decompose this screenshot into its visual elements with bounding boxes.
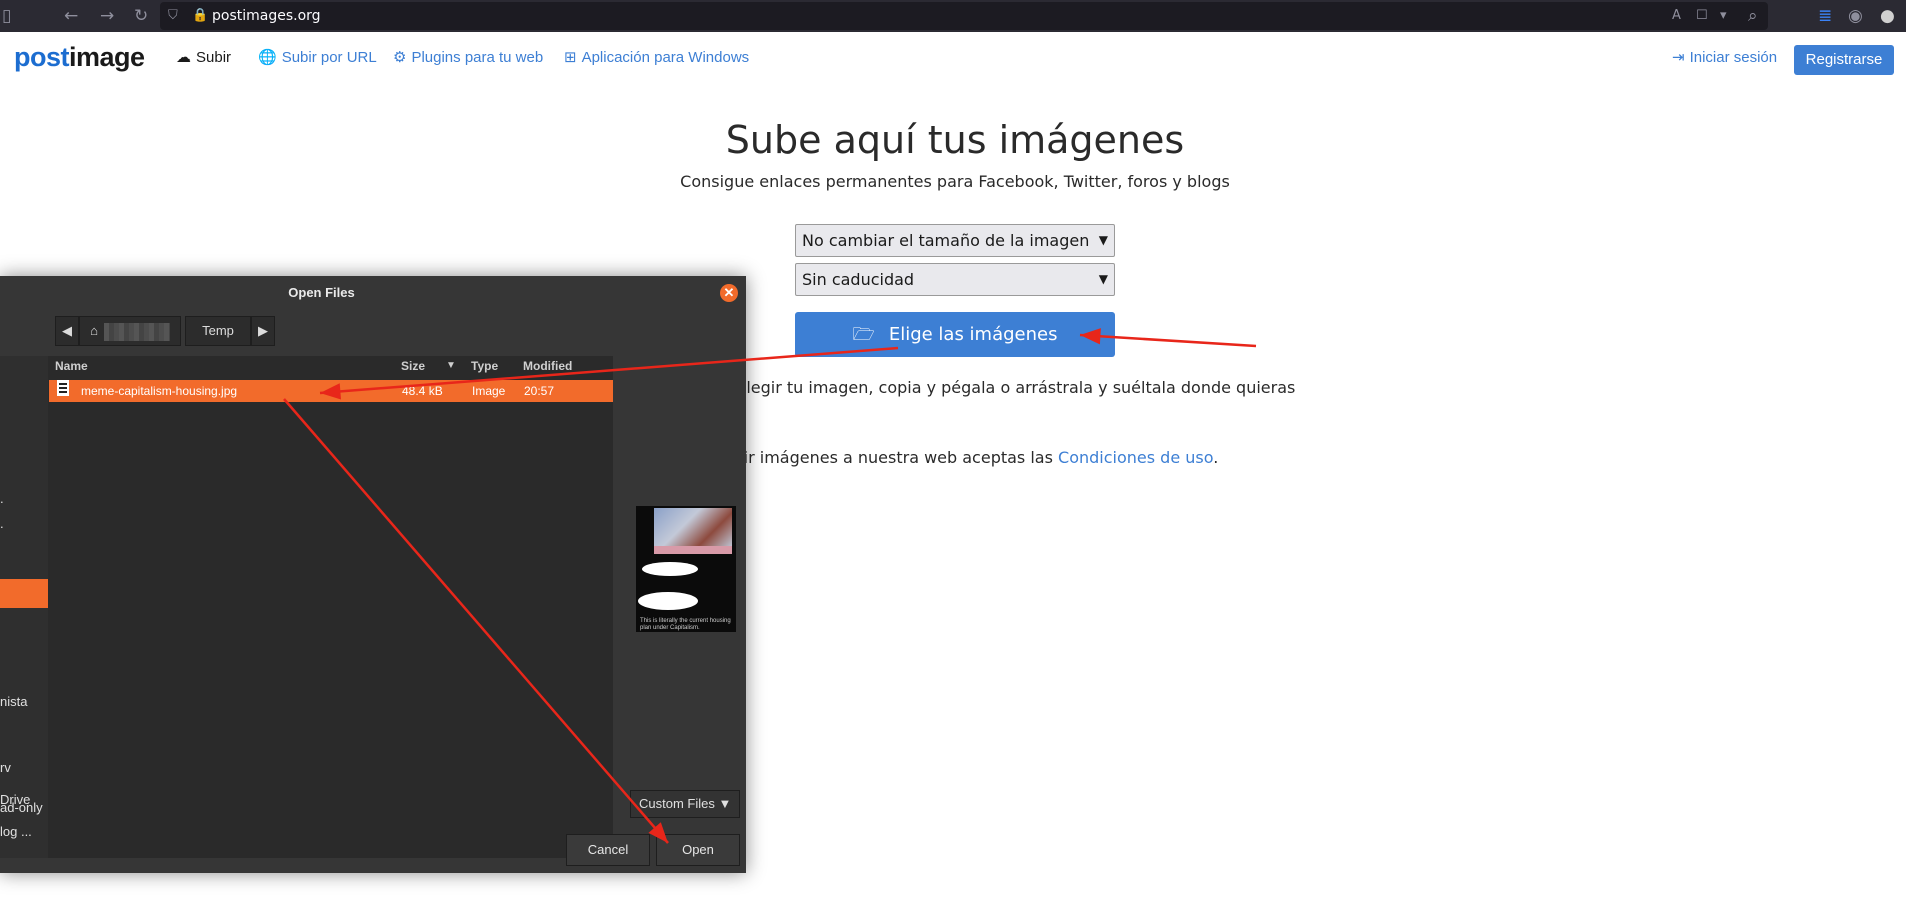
forward-icon[interactable]: → xyxy=(100,0,114,32)
close-icon[interactable]: ✕ xyxy=(720,284,738,302)
image-file-icon xyxy=(57,380,69,396)
translate-icon[interactable]: A xyxy=(1672,2,1681,30)
chevron-down-icon: ▼ xyxy=(1098,233,1108,247)
terms-suffix: . xyxy=(1213,448,1219,467)
nav-upload-url-label: Subir por URL xyxy=(281,49,377,66)
choose-images-button[interactable]: 🗁 Elige las imágenes xyxy=(795,312,1115,357)
open-button[interactable]: Open xyxy=(656,834,740,866)
reload-icon[interactable]: ↻ xyxy=(134,0,148,32)
nav-plugins-label: Plugins para tu web xyxy=(411,49,544,66)
puzzle-icon: ⚙ xyxy=(393,48,407,66)
page-subtitle: Consigue enlaces permanentes para Facebo… xyxy=(680,172,1230,191)
upload-hint: ra elegir tu imagen, copia y pégala o ar… xyxy=(715,378,1296,397)
preview-redaction xyxy=(638,592,698,610)
sort-desc-icon[interactable]: ▼ xyxy=(446,356,456,376)
url-bar[interactable]: ⛉ 🔒 postimages.org A ☐ ▾ xyxy=(160,2,1768,30)
folder-open-icon: 🗁 xyxy=(852,324,875,345)
home-icon: ⌂ xyxy=(90,323,98,338)
sidebar-item-1[interactable]: nista xyxy=(0,694,27,709)
sidebar-dot: . xyxy=(0,491,4,506)
file-filter-value: Custom Files xyxy=(639,796,715,811)
nav-upload[interactable]: ☁ Subir xyxy=(176,48,231,66)
preview-caption: This is literally the current housing pl… xyxy=(640,618,731,631)
nav-plugins[interactable]: ⚙ Plugins para tu web xyxy=(393,48,543,66)
preview-banner xyxy=(654,546,732,554)
nav-upload-label: Subir xyxy=(196,49,232,66)
shield-icon[interactable]: ⛉ xyxy=(168,2,178,30)
file-row[interactable]: meme-capitalism-housing.jpg 48.4 kB Imag… xyxy=(49,380,613,402)
url-text[interactable]: postimages.org xyxy=(212,2,321,30)
open-files-dialog: Open Files ✕ ◀ ⌂ Temp ▶ . . nista rv Dri… xyxy=(0,276,746,873)
choose-images-label: Elige las imágenes xyxy=(888,324,1058,345)
col-size[interactable]: Size xyxy=(401,356,425,376)
search-icon[interactable]: ⌕ xyxy=(1748,0,1758,32)
terms-prefix: subir imágenes a nuestra web aceptas las xyxy=(715,448,1059,467)
browser-toolbar: ▯ ← → ↻ ⛉ 🔒 postimages.org A ☐ ▾ ⌕ ≣ ◉ ● xyxy=(0,0,1906,32)
back-icon[interactable]: ← xyxy=(64,0,78,32)
chevron-down-icon: ▼ xyxy=(718,796,732,811)
nav-windows-app[interactable]: ⊞ Aplicación para Windows xyxy=(564,48,749,66)
preview-redaction xyxy=(642,562,698,576)
nav-windows-app-label: Aplicación para Windows xyxy=(581,49,750,66)
sidebar-item-2[interactable]: rv xyxy=(0,760,11,775)
register-button[interactable]: Registrarse xyxy=(1794,45,1894,75)
page-title: Sube aquí tus imágenes xyxy=(725,118,1185,162)
col-type[interactable]: Type xyxy=(471,356,498,376)
extension-icon[interactable]: ◉ xyxy=(1848,0,1863,32)
cancel-button[interactable]: Cancel xyxy=(566,834,650,866)
cloud-upload-icon: ☁ xyxy=(176,48,191,66)
bookmark-icon[interactable]: ☐ xyxy=(1696,2,1708,30)
path-back-button[interactable]: ◀ xyxy=(55,316,79,346)
login-label: Iniciar sesión xyxy=(1689,49,1778,66)
file-size: 48.4 kB xyxy=(402,384,443,398)
chevron-down-icon: ▼ xyxy=(1098,272,1108,286)
sidebar-item-4[interactable]: log ... xyxy=(0,824,32,839)
preview-photo xyxy=(654,508,732,548)
lock-icon[interactable]: 🔒 xyxy=(192,2,208,30)
library-icon[interactable]: ≣ xyxy=(1818,0,1832,32)
read-only-label[interactable]: ad-only xyxy=(0,800,43,815)
file-filter-select[interactable]: Custom Files ▼ xyxy=(630,790,740,818)
expiry-select-value: Sin caducidad xyxy=(802,270,915,289)
resize-select[interactable]: No cambiar el tamaño de la imagen ▼ xyxy=(795,224,1115,257)
file-modified: 20:57 xyxy=(524,384,555,398)
sidebar-icon[interactable]: ▯ xyxy=(2,0,11,32)
sidebar-dot: . xyxy=(0,516,4,531)
path-forward-button[interactable]: ▶ xyxy=(251,316,275,346)
logo-part-2: image xyxy=(69,42,145,72)
resize-select-value: No cambiar el tamaño de la imagen xyxy=(802,231,1090,250)
dropdown-icon[interactable]: ▾ xyxy=(1720,2,1727,30)
path-home-button[interactable]: ⌂ xyxy=(79,316,181,346)
logo-part-1: post xyxy=(14,42,70,72)
login-link[interactable]: ⇥ Iniciar sesión xyxy=(1672,48,1777,66)
col-name[interactable]: Name xyxy=(55,356,88,376)
file-list: Name Size ▼ Type Modified meme-capitalis… xyxy=(48,356,613,858)
file-type: Image xyxy=(472,384,506,398)
sidebar-item-selected[interactable] xyxy=(0,579,48,608)
globe-icon: 🌐 xyxy=(258,48,277,66)
windows-icon: ⊞ xyxy=(564,48,577,66)
image-preview: This is literally the current housing pl… xyxy=(636,506,736,632)
sign-in-icon: ⇥ xyxy=(1672,48,1685,66)
path-crumb-temp[interactable]: Temp xyxy=(185,316,251,346)
file-name: meme-capitalism-housing.jpg xyxy=(81,384,238,398)
account-icon[interactable]: ● xyxy=(1880,0,1895,32)
nav-upload-url[interactable]: 🌐 Subir por URL xyxy=(258,48,377,66)
site-logo[interactable]: postimage xyxy=(14,42,145,73)
terms-text: subir imágenes a nuestra web aceptas las… xyxy=(715,448,1218,467)
dialog-title: Open Files xyxy=(288,285,355,300)
col-modified[interactable]: Modified xyxy=(523,356,572,376)
redacted-username xyxy=(103,322,170,341)
terms-link[interactable]: Condiciones de uso xyxy=(1058,448,1213,467)
expiry-select[interactable]: Sin caducidad ▼ xyxy=(795,263,1115,296)
